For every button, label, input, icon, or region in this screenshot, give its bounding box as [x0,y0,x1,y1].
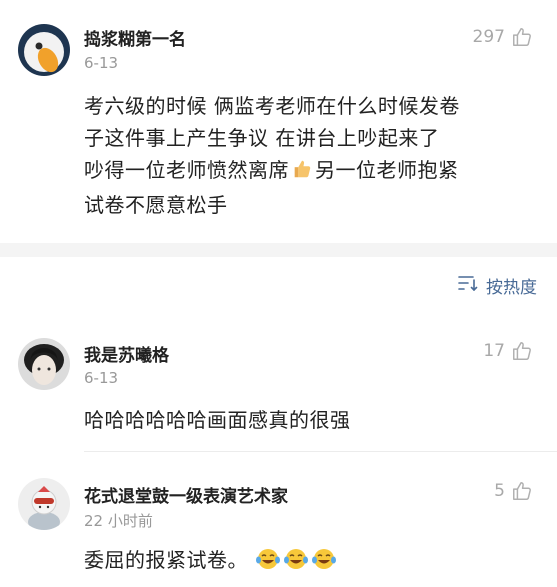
avatar[interactable] [18,338,70,390]
comment-author[interactable]: 捣浆糊第一名 [84,25,186,50]
comment-text-line: 试卷不愿意松手 [84,193,228,217]
sort-label: 按热度 [486,278,537,298]
comment-text-segment: 另一位老师抱紧 [315,158,459,182]
like-button[interactable]: 5 [494,480,533,502]
comment-date: 6-13 [84,369,119,387]
comment-text-line: 子这件事上产生争议 在讲台上吵起来了 [84,126,440,150]
comment-author[interactable]: 我是苏曦格 [84,341,169,366]
comment-date: 22 小时前 [84,512,153,530]
like-count: 297 [472,27,505,47]
comment-author[interactable]: 花式退堂鼓一级表演艺术家 [84,482,288,507]
thumbs-up-emoji-icon [291,157,313,189]
like-count: 17 [483,341,505,361]
comment-text: 考六级的时候 俩监考老师在什么时候发卷 子这件事上产生争议 在讲台上吵起来了 吵… [84,90,539,221]
comment-text-line: 吵得一位老师愤然离席 另一位老师抱紧 [84,154,539,189]
comment-divider [84,451,557,452]
avatar[interactable] [18,24,70,76]
comment-text: 委屈的报紧试卷。 [84,544,539,576]
tears-of-joy-emoji-icon [255,547,337,571]
like-count: 5 [494,481,505,501]
comment-item: 我是苏曦格 6-13 17 哈哈哈哈哈哈画面感真的很强 [0,320,557,452]
thumbs-up-icon [511,340,533,362]
comment-text-segment: 吵得一位老师愤然离席 [84,158,289,182]
comment-date: 6-13 [84,54,119,72]
sort-by-hot-button[interactable]: 按热度 [458,273,537,298]
thumbs-up-icon [511,26,533,48]
thumbs-up-icon [511,480,533,502]
comment-text-segment: 委屈的报紧试卷。 [84,548,248,572]
sort-icon [458,275,478,296]
like-button[interactable]: 297 [473,26,533,48]
like-button[interactable]: 17 [483,340,533,362]
comment-text: 哈哈哈哈哈哈画面感真的很强 [84,408,351,432]
comment-item: 捣浆糊第一名 6-13 297 考六级的时候 俩监考老师在什么时候发卷 子这件事… [0,0,557,243]
comment-item: 花式退堂鼓一级表演艺术家 22 小时前 5 委屈的报紧试卷。 [0,460,557,587]
avatar[interactable] [18,478,70,530]
section-divider [0,243,557,257]
comment-text-line: 考六级的时候 俩监考老师在什么时候发卷 [84,94,460,118]
